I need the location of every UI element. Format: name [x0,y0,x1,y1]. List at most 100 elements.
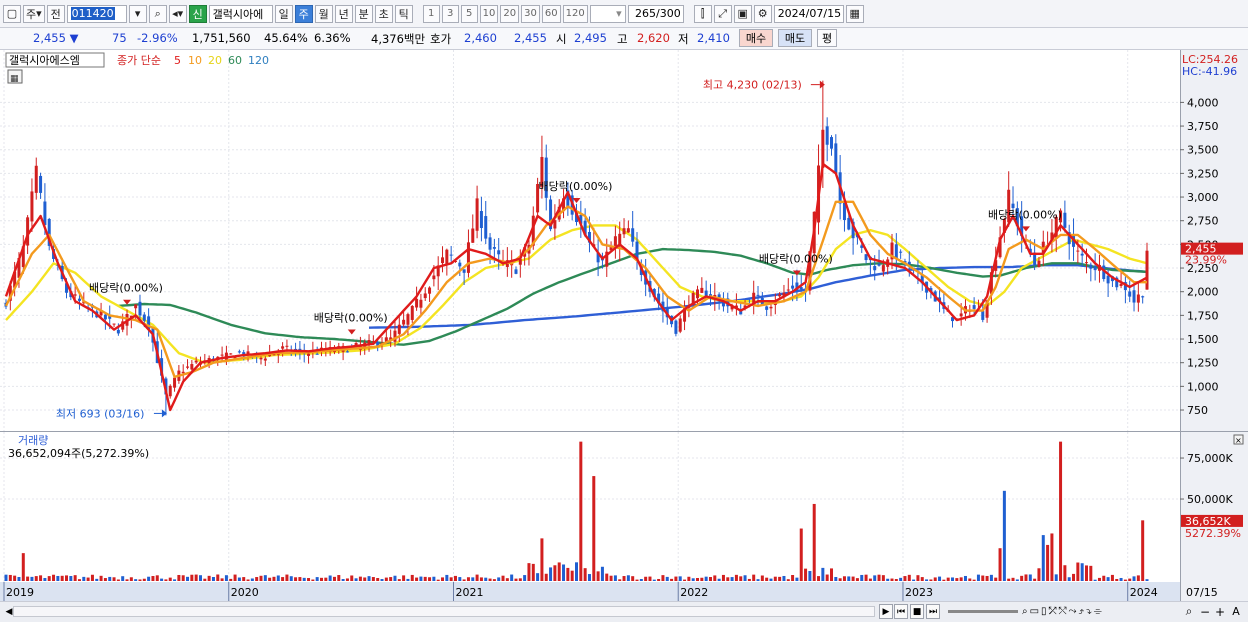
volume-bar [536,573,540,581]
volume-bar [1041,535,1045,581]
zoom-in-icon[interactable]: + [1213,604,1227,619]
ma10-legend: 10 [188,54,202,67]
candle-settings-icon[interactable]: ⫿ [693,4,712,23]
volume-bar [497,577,501,581]
date-tick-label: 2023 [905,586,933,599]
volume-bar [717,578,721,581]
volume-bar [423,576,427,581]
period-tick[interactable]: 틱 [394,4,413,23]
volume-bar [739,576,743,581]
volume-bar [207,575,211,581]
speaker-icon[interactable]: ◂▾ [168,4,187,23]
price-tick-label: 2,000 [1187,286,1219,299]
gear-icon[interactable]: ⚙ [753,4,772,23]
scroll-right-icon[interactable]: ▶ [879,604,893,619]
volume-bar [557,562,561,581]
volume-bar [501,575,505,581]
volume-bar [989,574,993,581]
interval-120[interactable]: 120 [562,4,588,23]
interval-custom-select[interactable]: ▾ [589,4,626,23]
horizontal-scrollbar[interactable] [13,606,875,617]
window-icon[interactable]: ▢ [3,4,21,23]
volume-bar [108,576,112,581]
candle-body [30,191,34,222]
stock-code-input[interactable]: 011420 [66,4,127,23]
volume-bar [384,577,388,581]
candle-body [73,294,77,296]
volume-bar [134,579,138,581]
volume-bar [337,575,341,581]
save-icon[interactable]: ▣ [733,4,752,23]
volume-bar [946,577,950,581]
volume-bar [912,579,916,581]
volume-bar [302,577,306,581]
interval-20[interactable]: 20 [500,4,520,23]
period-day[interactable]: 일 [274,4,293,23]
period-month[interactable]: 월 [314,4,333,23]
new-badge: 신 [188,4,207,23]
volume-bar [1123,579,1127,581]
candle-body [1141,296,1145,298]
candle-body [1063,212,1067,228]
interval-5[interactable]: 5 [460,4,478,23]
volume-bar [925,579,929,581]
period-second[interactable]: 초 [374,4,393,23]
volume-bar [276,575,280,581]
search-icon[interactable]: ⌕ [148,4,167,23]
interval-30[interactable]: 30 [521,4,540,23]
candle-body [194,360,198,363]
evaluate-button[interactable]: 평 [817,29,837,47]
auto-scale-icon[interactable]: A [1229,604,1243,619]
first-page-icon[interactable]: ⏮ [894,604,908,619]
volume-bar [523,575,527,581]
volume-bar [683,579,687,581]
drawing-tools-icons[interactable]: ⌕▭▯⤱⤲⤳⤴⤵⌯ [1022,604,1182,619]
sell-button[interactable]: 매도 [778,29,812,47]
bid-price-2: 2,455 [514,31,547,45]
candle-body [492,247,496,249]
period-year[interactable]: 년 [334,4,353,23]
price-tick-label: 1,250 [1187,357,1219,370]
volume-bar [268,577,272,581]
interval-60[interactable]: 60 [541,4,561,23]
calendar-icon[interactable]: ▦ [845,4,864,23]
candle-body [873,266,877,271]
interval-10[interactable]: 10 [479,4,499,23]
volume-bar [562,564,566,581]
stock-chart[interactable]: 4,0003,7503,5003,2503,0002,7502,5002,250… [0,50,1248,601]
zoom-icon[interactable]: ⌕ [1182,604,1196,619]
volume-tick-label: 75,000K [1187,452,1233,465]
last-page-icon[interactable]: ⏭ [926,604,940,619]
volume-bar [1015,579,1019,581]
volume-bar [211,577,215,581]
volume-bar [920,577,924,581]
period-week[interactable]: 주 [294,4,313,23]
dividend-annotation: 배당락(0.00%) [988,208,1062,221]
price-change-pct: -2.96% [137,31,178,45]
period-minute[interactable]: 분 [354,4,373,23]
zoom-slider[interactable] [948,610,1018,613]
date-axis-bg [0,582,1180,601]
candle-body [631,228,635,242]
volume-bar [955,578,959,581]
prev-button[interactable]: 전 [46,4,65,23]
candle-body [345,351,349,353]
interval-3[interactable]: 3 [441,4,459,23]
volume-bar [691,578,695,581]
market-select[interactable]: 주 ▾ [23,4,45,23]
zoom-out-icon[interactable]: − [1198,604,1212,619]
close-icon: × [1235,436,1242,445]
date-tick-label: 2021 [455,586,483,599]
candle-body [186,366,190,368]
volume-bar [82,576,86,581]
volume-bar [687,576,691,581]
draw-tools-icon[interactable]: ⤢ [713,4,732,23]
stop-icon[interactable]: ■ [910,604,924,619]
buy-button[interactable]: 매수 [739,29,773,47]
volume-bar [959,577,963,581]
low-price: 2,410 [697,31,730,45]
date-field[interactable]: 2024/07/15 [773,4,844,23]
count-field[interactable]: 265/300 [627,4,684,23]
interval-1[interactable]: 1 [422,4,440,23]
code-dropdown-icon[interactable]: ▾ [128,4,147,23]
